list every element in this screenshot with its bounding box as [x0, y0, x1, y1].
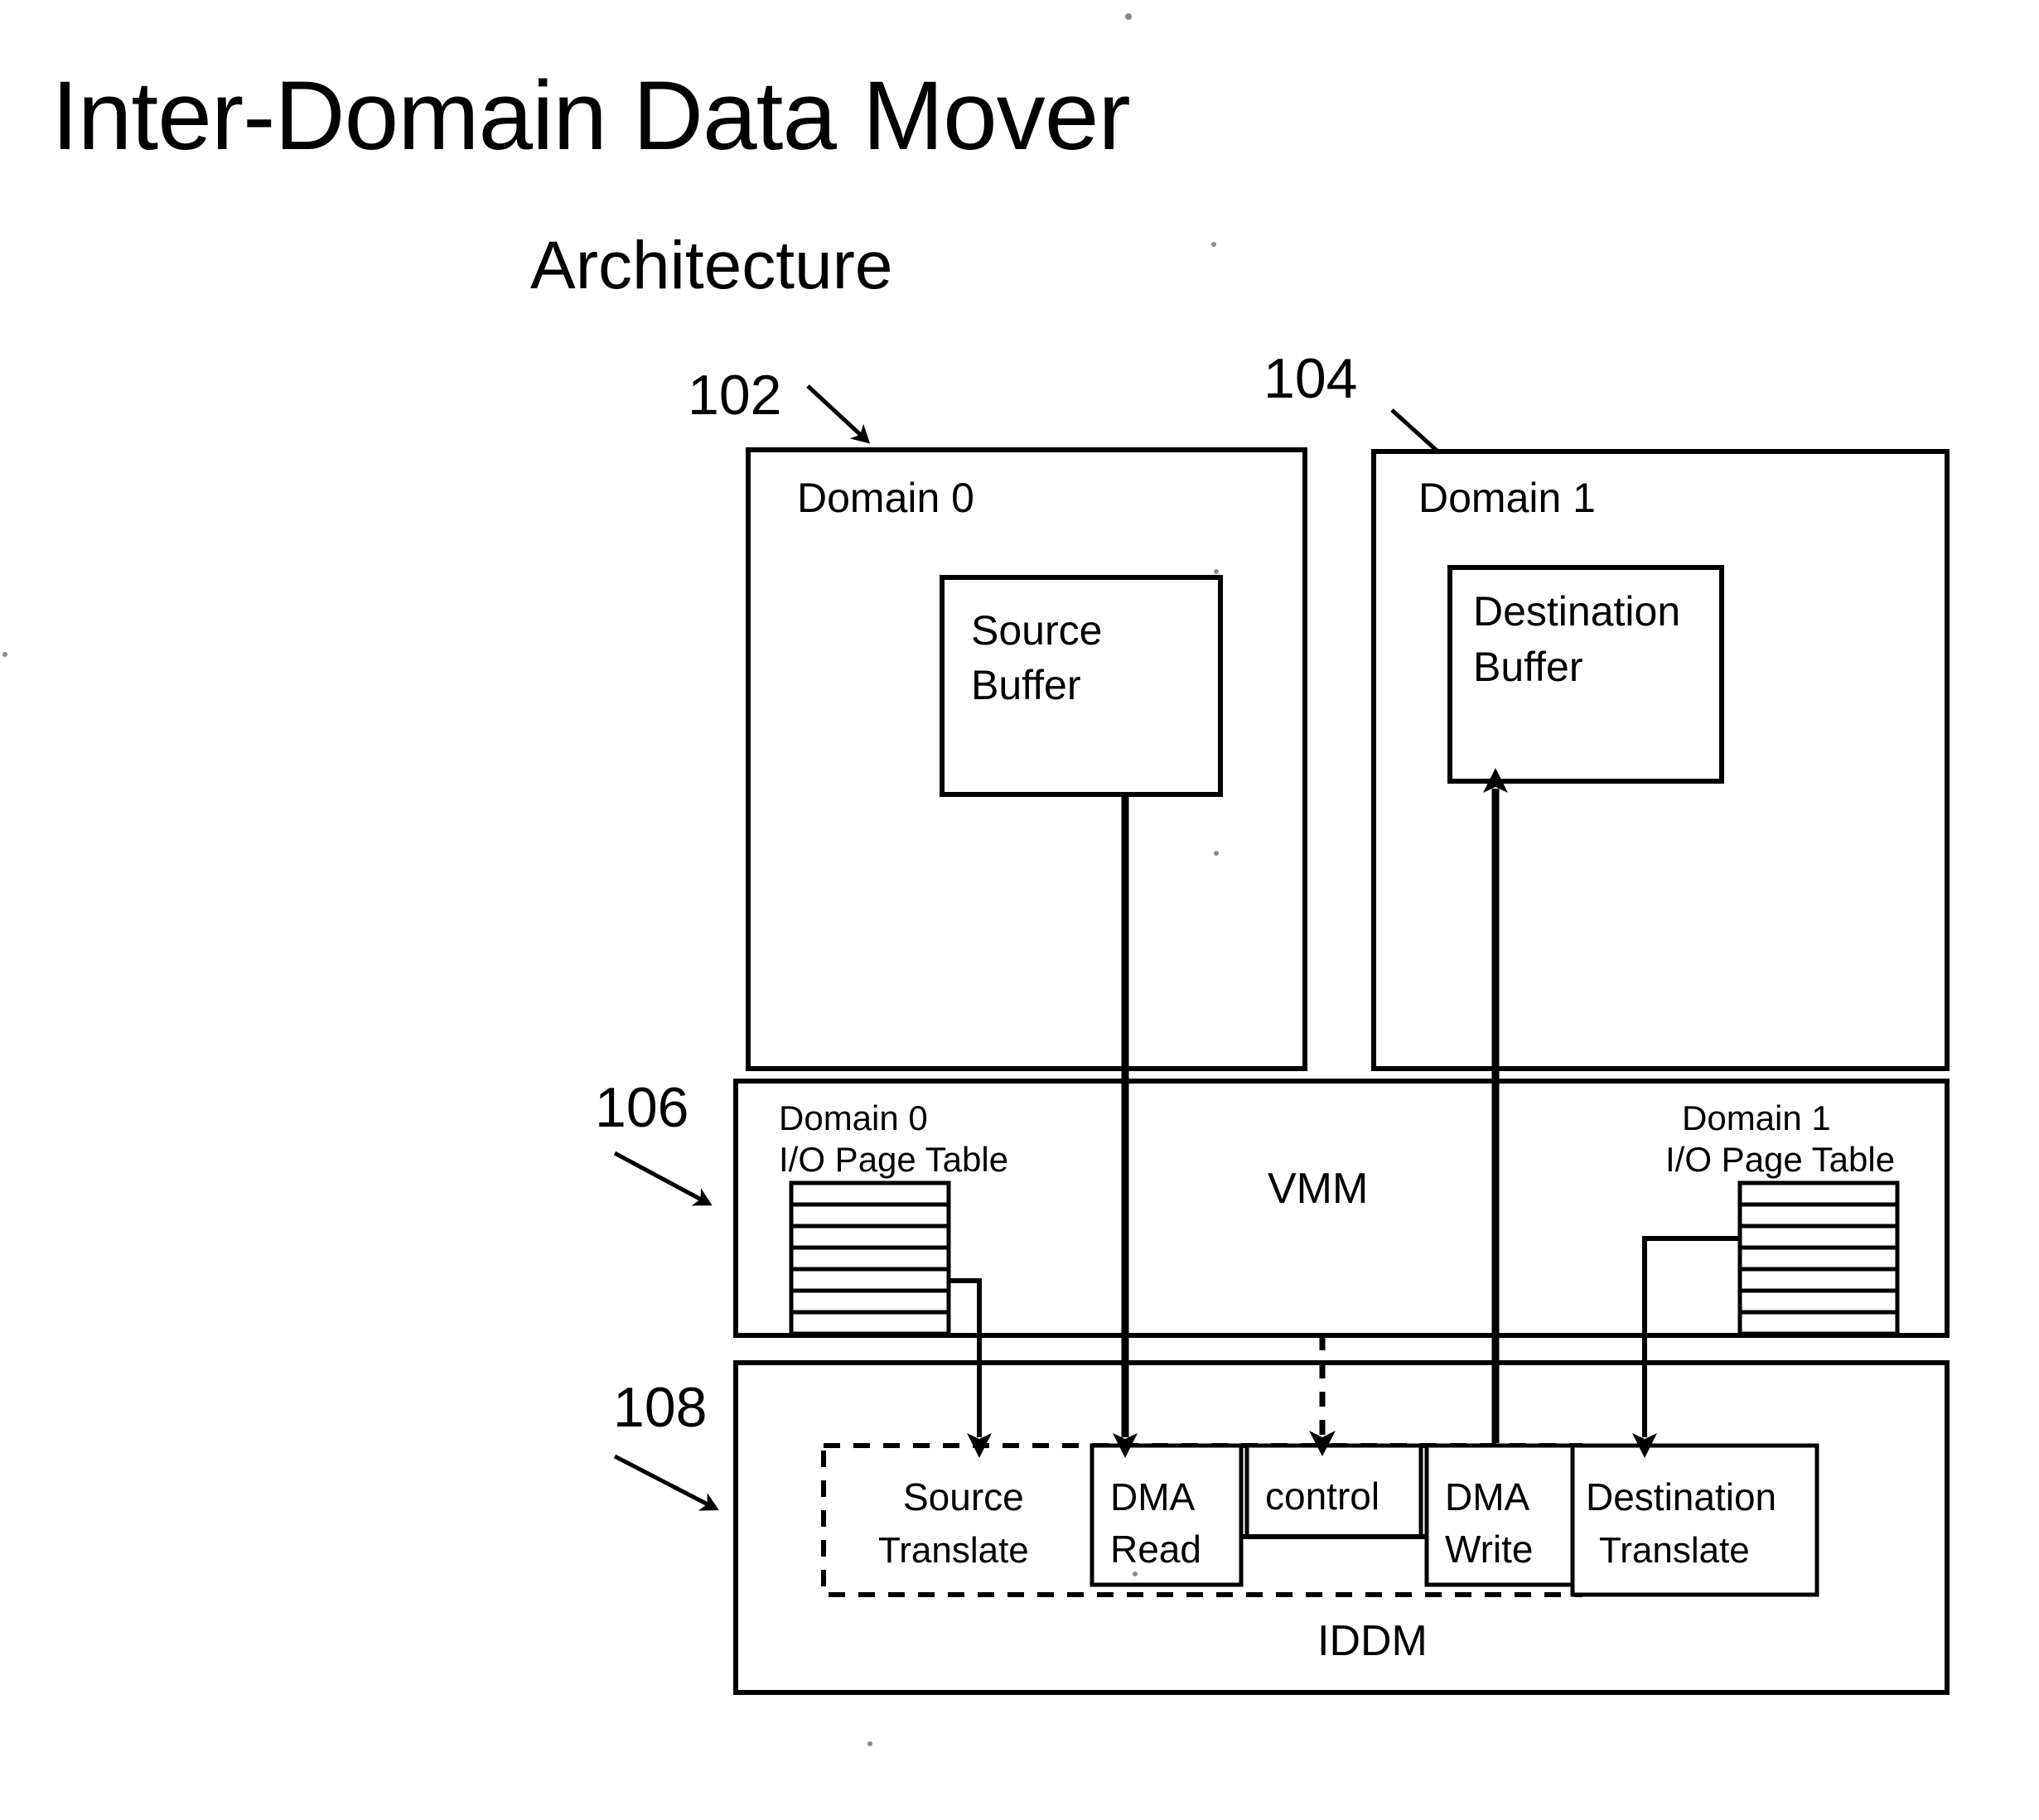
source-translate-label-line2: Translate: [878, 1530, 1029, 1571]
dma-read-label-line2: Read: [1110, 1528, 1201, 1571]
vmm-container: VMM Domain 0 I/O Page Table Domain 1 I/O…: [733, 1079, 1950, 1338]
domain-1-container: Domain 1 Destination Buffer: [1371, 449, 1950, 1071]
domain-0-label: Domain 0: [797, 475, 974, 521]
ref-numeral-104: 104: [1264, 347, 1357, 410]
dma-read-label-line1: DMA: [1110, 1475, 1196, 1518]
leader-line-108: [613, 1454, 719, 1511]
domain-0-page-table-label-line2: I/O Page Table: [779, 1140, 1008, 1179]
control-label: control: [1265, 1475, 1379, 1518]
source-buffer-label-line2: Buffer: [971, 662, 1081, 708]
dma-write-label-line2: Write: [1445, 1528, 1534, 1571]
architecture-diagram: Inter-Domain Data Mover Architecture 102…: [2, 13, 1950, 1746]
domain-0-page-table-rows: [789, 1180, 951, 1336]
domain-0-container: Domain 0 Source Buffer: [746, 447, 1307, 1071]
domain-1-page-table-label-line2: I/O Page Table: [1665, 1140, 1895, 1179]
destination-translate-box: [1570, 1443, 1819, 1597]
destination-buffer-label-line1: Destination: [1473, 588, 1680, 635]
leader-line-102: [806, 384, 871, 444]
ref-numeral-106: 106: [595, 1076, 689, 1139]
page-title: Inter-Domain Data Mover: [51, 61, 1130, 171]
source-translate-label-line1: Source: [903, 1475, 1024, 1518]
iddm-label: IDDM: [1317, 1617, 1428, 1665]
control-unit: control: [1244, 1443, 1423, 1539]
ref-numeral-102: 102: [688, 364, 781, 427]
iddm-container: Source Translate DMA Read control DMA Wr…: [733, 1360, 1950, 1695]
domain-1-page-table-label-line1: Domain 1: [1682, 1098, 1831, 1137]
page-subtitle: Architecture: [530, 228, 893, 303]
destination-translate-label-line2: Translate: [1599, 1530, 1750, 1571]
domain-0-page-table-label-line1: Domain 0: [779, 1098, 928, 1137]
dma-read-unit: DMA Read: [1090, 1443, 1244, 1587]
domain-1-label: Domain 1: [1418, 475, 1596, 521]
vmm-label: VMM: [1268, 1165, 1368, 1213]
leader-line-106: [613, 1151, 713, 1206]
destination-translate-label-line1: Destination: [1586, 1475, 1776, 1518]
dma-write-label-line1: DMA: [1445, 1475, 1530, 1518]
ref-numeral-108: 108: [613, 1376, 707, 1439]
domain-1-page-table-rows: [1737, 1180, 1900, 1336]
dma-write-unit: DMA Write: [1424, 1443, 1578, 1587]
destination-translate-unit: Destination Translate: [1570, 1443, 1819, 1597]
source-buffer-label-line1: Source: [971, 607, 1102, 654]
destination-buffer-label-line2: Buffer: [1473, 644, 1583, 690]
